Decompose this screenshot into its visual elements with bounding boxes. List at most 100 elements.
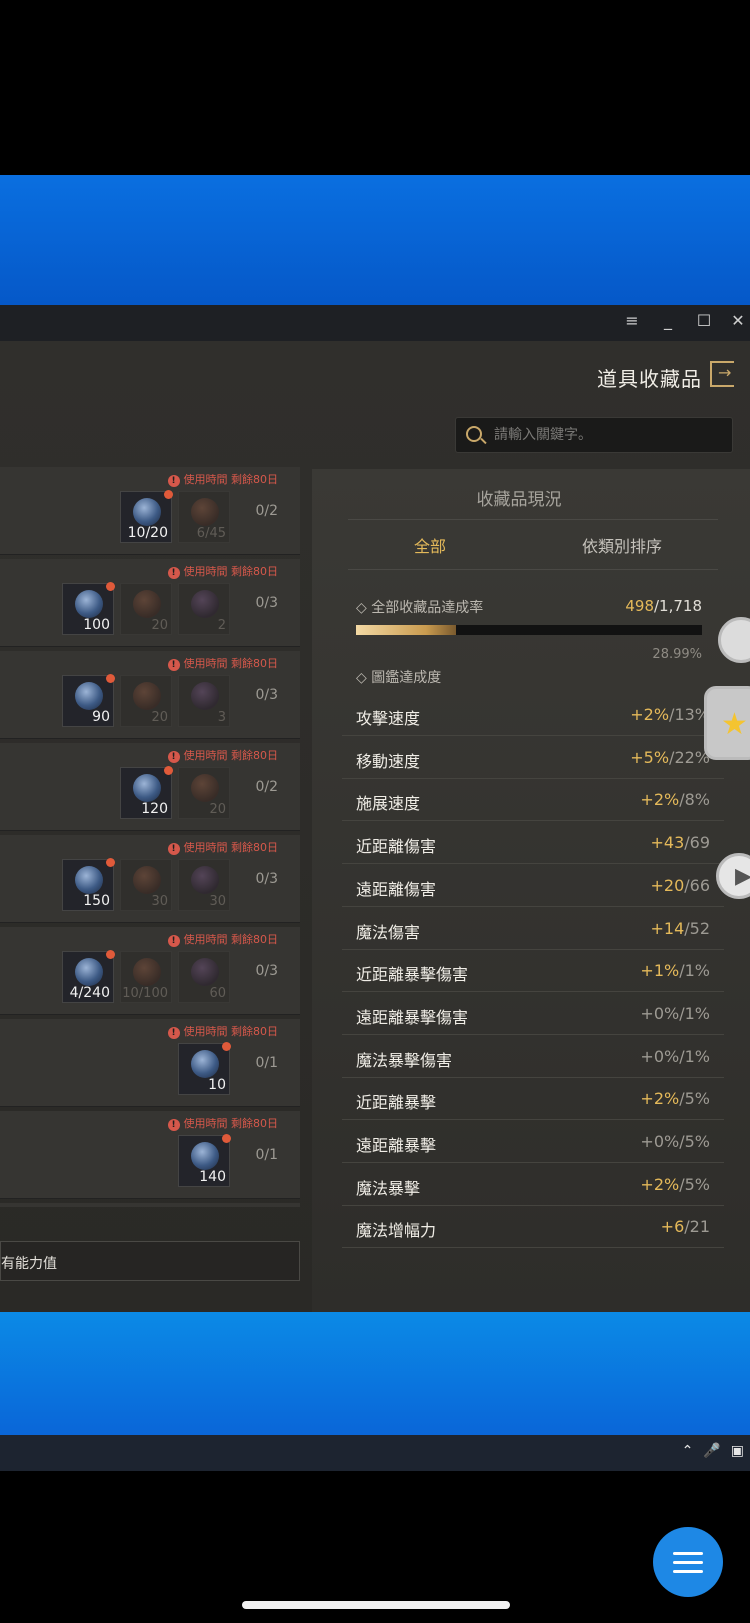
item-quantity: 60 bbox=[209, 986, 226, 1001]
menu-icon[interactable]: ≡ bbox=[620, 311, 644, 330]
star-icon[interactable]: ★ bbox=[704, 686, 750, 760]
item-quantity: 20 bbox=[151, 618, 168, 633]
item-quantity: 10/100 bbox=[122, 986, 168, 1001]
stat-gain: +2% bbox=[640, 790, 680, 810]
stat-row: 遠距離暴擊 +0%/5% bbox=[342, 1120, 724, 1163]
tab-all[interactable]: 全部 bbox=[414, 533, 446, 557]
warning-text: 使用時間 剩餘80日 bbox=[183, 1025, 279, 1038]
item-quantity: 3 bbox=[217, 710, 226, 725]
collection-item-row[interactable]: ! 使用時間 剩餘80日 0/1 140 bbox=[0, 1111, 300, 1199]
item-quantity: 30 bbox=[151, 894, 168, 909]
close-button[interactable]: ✕ bbox=[726, 311, 750, 330]
item-slot[interactable]: 140 bbox=[178, 1134, 231, 1187]
collection-screen: 道具收藏品 !使用時間 剩餘80日0/210/206/45!使用時間 剩餘80日… bbox=[0, 341, 750, 1312]
hamburger-line bbox=[673, 1570, 703, 1573]
item-slot[interactable]: 20 bbox=[120, 675, 172, 727]
item-slot[interactable]: 20 bbox=[178, 767, 230, 819]
item-slot[interactable]: 10 bbox=[178, 1042, 231, 1095]
stat-value: +5%/22% bbox=[630, 748, 710, 767]
item-icon bbox=[191, 682, 219, 710]
item-slot[interactable]: 10/20 bbox=[120, 490, 173, 543]
stat-row: 近距離傷害 +43/69 bbox=[342, 821, 724, 865]
collection-list: ! 使用時間 剩餘80日 0/2 10/20 6/45! 使用時間 剩餘80日 0/3 100… bbox=[0, 467, 300, 1207]
item-quantity: 10 bbox=[208, 1077, 226, 1093]
new-badge-icon bbox=[164, 490, 173, 499]
stat-max: /8% bbox=[679, 790, 710, 810]
home-indicator[interactable] bbox=[242, 1601, 510, 1609]
item-icon bbox=[191, 498, 219, 526]
stat-max: /5% bbox=[679, 1132, 710, 1151]
collection-item-row[interactable]: ! 使用時間 剩餘80日 0/3 4/240 10/100 60 bbox=[0, 927, 300, 1015]
item-slot[interactable]: 20 bbox=[120, 583, 172, 635]
collected-count: 0/3 bbox=[255, 595, 278, 611]
stat-value: +6/21 bbox=[661, 1217, 710, 1236]
item-slot[interactable]: 30 bbox=[178, 859, 230, 911]
stat-gain: +43 bbox=[650, 833, 685, 853]
item-slot[interactable]: 30 bbox=[120, 859, 172, 911]
warning-icon: ! bbox=[167, 751, 180, 763]
menu-fab-button[interactable] bbox=[653, 1527, 723, 1597]
item-slot[interactable]: 4/240 bbox=[62, 950, 115, 1003]
minimize-button[interactable]: _ bbox=[656, 311, 680, 330]
stat-row: 魔法暴擊 +2%/5% bbox=[342, 1163, 724, 1206]
item-slot[interactable]: 90 bbox=[62, 674, 115, 727]
maximize-button[interactable]: ☐ bbox=[692, 311, 716, 330]
tray-icons: ⌃ 🎤 ▣ bbox=[682, 1443, 744, 1459]
item-icon bbox=[191, 774, 219, 802]
exit-icon[interactable] bbox=[710, 361, 734, 387]
collection-item-row[interactable]: ! 使用時間 剩餘80日 0/3 150 30 30 bbox=[0, 835, 300, 923]
item-slot[interactable]: 100 bbox=[62, 582, 115, 635]
warning-icon: ! bbox=[167, 567, 180, 579]
stat-row: 施展速度 +2%/8% bbox=[342, 778, 724, 822]
divider bbox=[348, 569, 718, 570]
expiry-warning: ! 使用時間 剩餘80日 bbox=[167, 1023, 279, 1039]
stat-gain: +0% bbox=[640, 1132, 680, 1151]
stat-gain: +6 bbox=[660, 1217, 685, 1237]
stat-max: /21 bbox=[684, 1217, 710, 1237]
collection-item-row[interactable]: ! 使用時間 剩餘80日 0/2 10/20 6/45 bbox=[0, 467, 300, 555]
stat-value: +2%/8% bbox=[640, 790, 710, 809]
search-box[interactable] bbox=[455, 417, 733, 453]
item-slot[interactable]: 2 bbox=[178, 583, 230, 635]
item-slot[interactable]: 60 bbox=[178, 951, 230, 1003]
collected-count: 0/2 bbox=[255, 779, 278, 795]
collection-item-row[interactable]: ! 使用時間 剩餘80日 0/3 90 20 3 bbox=[0, 651, 300, 739]
item-slot[interactable]: 10/100 bbox=[120, 951, 172, 1003]
collection-item-row[interactable]: ! 使用時間 剩餘80日 0/2 120 20 bbox=[0, 743, 300, 831]
stat-row: 移動速度 +5%/22% bbox=[342, 736, 724, 779]
total-rate-label: ◇ 全部收藏品達成率 bbox=[356, 600, 484, 616]
chevron-up-icon[interactable]: ⌃ bbox=[682, 1443, 694, 1459]
stat-row: 遠距離傷害 +20/66 bbox=[342, 864, 724, 907]
stat-row: 近距離暴擊 +2%/5% bbox=[342, 1077, 724, 1121]
search-input[interactable] bbox=[494, 424, 724, 446]
notification-icon[interactable]: ▣ bbox=[731, 1443, 744, 1459]
stat-value: +2%/13% bbox=[630, 705, 710, 724]
os-taskbar: ⌃ 🎤 ▣ bbox=[0, 1435, 750, 1471]
item-quantity: 120 bbox=[141, 801, 168, 817]
microphone-icon[interactable]: 🎤 bbox=[703, 1443, 720, 1459]
collection-item-row[interactable]: !使用時間 剩餘80日 bbox=[0, 1203, 300, 1207]
item-slot[interactable]: 150 bbox=[62, 858, 115, 911]
collection-item-row[interactable]: ! 使用時間 剩餘80日 0/1 10 bbox=[0, 1019, 300, 1107]
expiry-warning: ! 使用時間 剩餘80日 bbox=[167, 1115, 278, 1131]
item-icon bbox=[133, 958, 161, 986]
collected-count: 0/3 bbox=[255, 963, 278, 979]
item-slot[interactable]: 6/45 bbox=[178, 491, 230, 543]
progress-fill bbox=[356, 625, 457, 635]
stat-max: /52 bbox=[684, 918, 710, 938]
stat-gain: +1% bbox=[640, 961, 680, 981]
stat-name: 遠距離暴擊 bbox=[356, 1136, 437, 1155]
stat-value: +20/66 bbox=[650, 876, 710, 895]
divider bbox=[348, 519, 718, 520]
stat-row: 攻擊速度 +2%/13% bbox=[342, 693, 724, 736]
tab-by-category[interactable]: 依類別排序 bbox=[582, 533, 662, 557]
warning-icon: ! bbox=[167, 1119, 180, 1131]
stat-gain: +14 bbox=[650, 918, 685, 938]
item-slot[interactable]: 3 bbox=[178, 675, 230, 727]
stat-name: 近距離暴擊 bbox=[356, 1093, 437, 1113]
item-slot[interactable]: 120 bbox=[120, 766, 173, 819]
stat-filter-bar[interactable]: 有能力值 bbox=[0, 1241, 300, 1281]
collection-item-row[interactable]: ! 使用時間 剩餘80日 0/3 100 20 2 bbox=[0, 559, 300, 647]
stat-name: 移動速度 bbox=[356, 751, 421, 771]
stat-max: /66 bbox=[684, 875, 710, 895]
